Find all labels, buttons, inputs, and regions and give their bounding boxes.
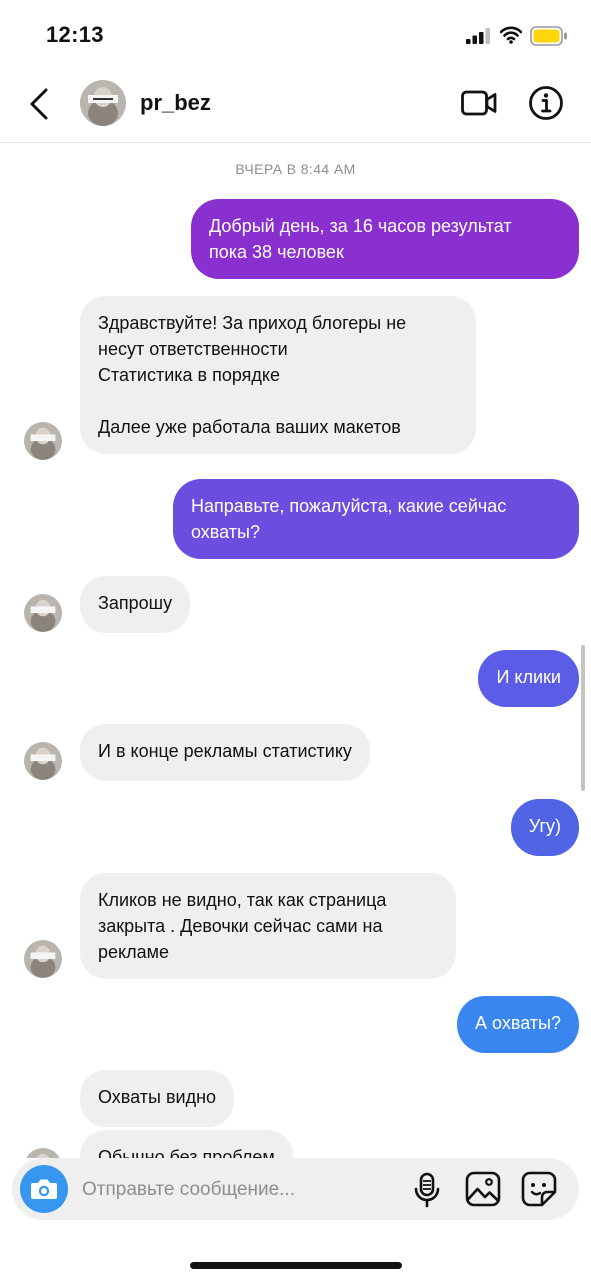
cellular-signal-icon [466, 28, 490, 44]
avatar-image [80, 80, 126, 126]
avatar [24, 1148, 62, 1158]
message-outgoing[interactable]: А охваты? [457, 996, 579, 1053]
chat-username[interactable]: pr_bez [140, 90, 211, 116]
info-icon[interactable] [528, 85, 564, 121]
message-incoming[interactable]: Здравствуйте! За приход блогеры не несут… [80, 296, 476, 454]
microphone-icon[interactable] [412, 1172, 442, 1208]
message-incoming[interactable]: И в конце рекламы статистику [80, 724, 370, 781]
avatar [24, 742, 62, 780]
scrollbar[interactable] [581, 645, 585, 791]
avatar[interactable] [80, 80, 126, 126]
camera-button[interactable] [20, 1165, 68, 1213]
sticker-icon[interactable] [520, 1170, 558, 1208]
avatar [24, 422, 62, 460]
message-incoming[interactable]: Обычно без проблем [80, 1130, 293, 1158]
message-outgoing[interactable]: И клики [478, 650, 579, 707]
message-thread[interactable]: ВЧЕРА В 8:44 AM Добрый день, за 16 часов… [0, 143, 591, 1158]
message-incoming[interactable]: Кликов не видно, так как страница закрыт… [80, 873, 456, 979]
message-outgoing[interactable]: Направьте, пожалуйста, какие сейчас охва… [173, 479, 579, 559]
status-time: 12:13 [46, 22, 104, 47]
message-outgoing[interactable]: Угу) [510, 799, 579, 856]
video-camera-icon[interactable] [460, 86, 498, 120]
camera-icon [31, 1179, 57, 1199]
message-input[interactable] [80, 1158, 404, 1222]
wifi-icon [500, 26, 522, 44]
status-bar: 12:13 [0, 0, 591, 70]
image-icon[interactable] [464, 1170, 502, 1208]
message-composer [12, 1158, 579, 1222]
avatar [24, 940, 62, 978]
chat-header: pr_bez [0, 70, 591, 143]
avatar [24, 594, 62, 632]
chevron-left-icon[interactable] [26, 86, 56, 122]
message-incoming[interactable]: Запрошу [80, 576, 191, 633]
battery-icon [530, 26, 567, 46]
home-indicator[interactable] [190, 1262, 402, 1269]
message-outgoing[interactable]: Добрый день, за 16 часов результат пока … [191, 199, 579, 279]
message-incoming[interactable]: Охваты видно [80, 1070, 235, 1127]
date-separator: ВЧЕРА В 8:44 AM [235, 161, 356, 177]
